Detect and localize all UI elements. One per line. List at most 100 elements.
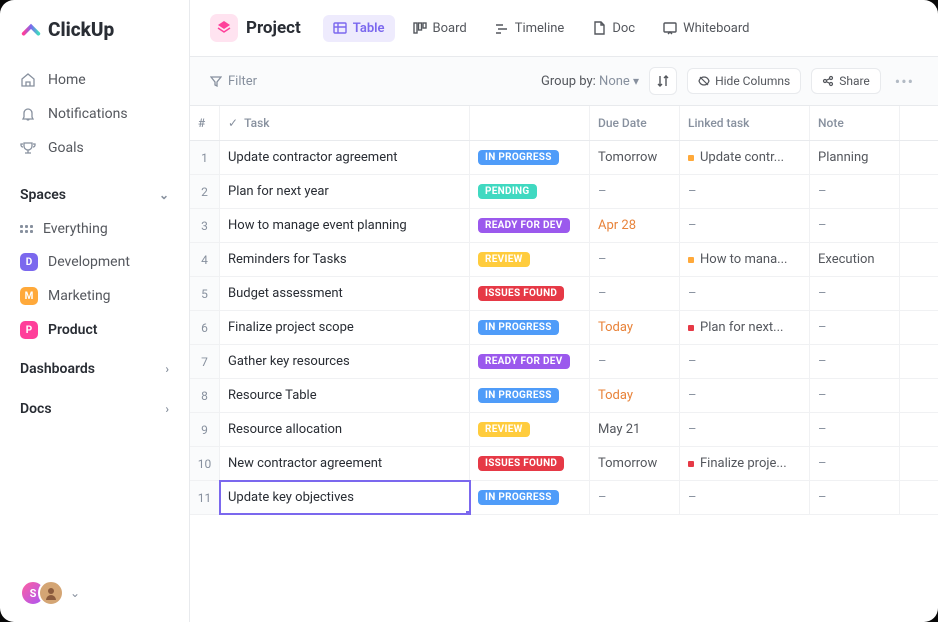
col-due[interactable]: Due Date — [590, 106, 680, 140]
more-button[interactable]: ••• — [891, 72, 918, 91]
col-num[interactable]: # — [190, 106, 220, 140]
linked-cell[interactable]: How to mana... — [680, 243, 810, 276]
linked-cell[interactable]: – — [680, 379, 810, 412]
linked-cell[interactable]: – — [680, 209, 810, 242]
task-cell[interactable]: Plan for next year — [220, 175, 470, 208]
task-cell[interactable]: Finalize project scope — [220, 311, 470, 344]
table-row[interactable]: 11 Update key objectives IN PROGRESS – –… — [190, 481, 938, 515]
hide-columns-label: Hide Columns — [715, 74, 790, 88]
spaces-header[interactable]: Spaces ⌄ — [0, 173, 189, 213]
docs-label: Docs — [20, 401, 52, 417]
table-row[interactable]: 5 Budget assessment ISSUES FOUND – – – — [190, 277, 938, 311]
status-badge: PENDING — [478, 184, 537, 199]
linked-cell[interactable]: – — [680, 175, 810, 208]
due-cell[interactable]: – — [590, 243, 680, 276]
space-item-marketing[interactable]: MMarketing — [0, 279, 189, 313]
space-item-product[interactable]: PProduct — [0, 313, 189, 347]
table-row[interactable]: 9 Resource allocation REVIEW May 21 – – — [190, 413, 938, 447]
due-cell[interactable]: – — [590, 277, 680, 310]
table-row[interactable]: 3 How to manage event planning READY FOR… — [190, 209, 938, 243]
share-button[interactable]: Share — [811, 68, 881, 94]
nav-notifications[interactable]: Notifications — [0, 97, 189, 131]
due-cell[interactable]: Today — [590, 379, 680, 412]
nav-goals[interactable]: Goals — [0, 131, 189, 165]
due-cell[interactable]: Apr 28 — [590, 209, 680, 242]
docs-header[interactable]: Docs › — [0, 387, 189, 427]
nav-home[interactable]: Home — [0, 63, 189, 97]
note-cell[interactable]: – — [810, 311, 900, 344]
task-cell[interactable]: Update contractor agreement — [220, 141, 470, 174]
table-row[interactable]: 1 Update contractor agreement IN PROGRES… — [190, 141, 938, 175]
task-cell[interactable]: Reminders for Tasks — [220, 243, 470, 276]
space-everything[interactable]: Everything — [0, 213, 189, 245]
table-row[interactable]: 8 Resource Table IN PROGRESS Today – – — [190, 379, 938, 413]
note-cell[interactable]: Execution — [810, 243, 900, 276]
col-note[interactable]: Note — [810, 106, 900, 140]
note-cell[interactable]: – — [810, 379, 900, 412]
table-row[interactable]: 4 Reminders for Tasks REVIEW – How to ma… — [190, 243, 938, 277]
status-cell[interactable]: REVIEW — [470, 243, 590, 276]
status-cell[interactable]: IN PROGRESS — [470, 481, 590, 514]
col-linked[interactable]: Linked task — [680, 106, 810, 140]
linked-cell[interactable]: – — [680, 345, 810, 378]
table-row[interactable]: 7 Gather key resources READY FOR DEV – –… — [190, 345, 938, 379]
view-tab-timeline[interactable]: Timeline — [485, 15, 575, 42]
sort-button[interactable] — [649, 67, 677, 95]
table-row[interactable]: 6 Finalize project scope IN PROGRESS Tod… — [190, 311, 938, 345]
space-item-development[interactable]: DDevelopment — [0, 245, 189, 279]
due-cell[interactable]: Tomorrow — [590, 447, 680, 480]
linked-cell[interactable]: Update contr... — [680, 141, 810, 174]
table-row[interactable]: 2 Plan for next year PENDING – – – — [190, 175, 938, 209]
hide-columns-button[interactable]: Hide Columns — [687, 68, 801, 94]
due-cell[interactable]: May 21 — [590, 413, 680, 446]
due-cell[interactable]: – — [590, 345, 680, 378]
task-cell[interactable]: Resource allocation — [220, 413, 470, 446]
col-status[interactable] — [470, 106, 590, 140]
table-row[interactable]: 10 New contractor agreement ISSUES FOUND… — [190, 447, 938, 481]
view-tab-doc[interactable]: Doc — [582, 15, 645, 42]
note-cell[interactable]: – — [810, 175, 900, 208]
status-cell[interactable]: REVIEW — [470, 413, 590, 446]
task-cell[interactable]: New contractor agreement — [220, 447, 470, 480]
due-cell[interactable]: – — [590, 481, 680, 514]
view-tab-table[interactable]: Table — [323, 15, 395, 42]
task-cell[interactable]: Update key objectives — [220, 481, 470, 514]
task-cell[interactable]: Gather key resources — [220, 345, 470, 378]
status-cell[interactable]: READY FOR DEV — [470, 345, 590, 378]
view-tab-board[interactable]: Board — [403, 15, 477, 42]
status-cell[interactable]: PENDING — [470, 175, 590, 208]
status-cell[interactable]: ISSUES FOUND — [470, 277, 590, 310]
col-task[interactable]: ✓ Task — [220, 106, 470, 140]
chevron-down-icon[interactable]: ⌄ — [70, 586, 80, 600]
task-cell[interactable]: Resource Table — [220, 379, 470, 412]
group-by-selector[interactable]: Group by: None ▾ — [541, 74, 639, 89]
status-cell[interactable]: ISSUES FOUND — [470, 447, 590, 480]
filter-button[interactable]: Filter — [210, 74, 257, 89]
due-cell[interactable]: Tomorrow — [590, 141, 680, 174]
note-cell[interactable]: – — [810, 277, 900, 310]
linked-cell[interactable]: Finalize proje... — [680, 447, 810, 480]
task-cell[interactable]: How to manage event planning — [220, 209, 470, 242]
dashboards-header[interactable]: Dashboards › — [0, 347, 189, 387]
due-cell[interactable]: Today — [590, 311, 680, 344]
linked-cell[interactable]: – — [680, 481, 810, 514]
status-cell[interactable]: IN PROGRESS — [470, 311, 590, 344]
view-tab-whiteboard[interactable]: Whiteboard — [653, 15, 759, 42]
linked-cell[interactable]: – — [680, 277, 810, 310]
avatar-user-2[interactable] — [38, 580, 64, 606]
note-cell[interactable]: – — [810, 209, 900, 242]
logo[interactable]: ClickUp — [0, 0, 189, 55]
note-cell[interactable]: – — [810, 447, 900, 480]
status-cell[interactable]: IN PROGRESS — [470, 379, 590, 412]
linked-cell[interactable]: Plan for next... — [680, 311, 810, 344]
note-cell[interactable]: – — [810, 413, 900, 446]
note-cell[interactable]: – — [810, 481, 900, 514]
note-cell[interactable]: Planning — [810, 141, 900, 174]
task-cell[interactable]: Budget assessment — [220, 277, 470, 310]
status-cell[interactable]: IN PROGRESS — [470, 141, 590, 174]
linked-cell[interactable]: – — [680, 413, 810, 446]
due-cell[interactable]: – — [590, 175, 680, 208]
status-cell[interactable]: READY FOR DEV — [470, 209, 590, 242]
note-cell[interactable]: – — [810, 345, 900, 378]
app-window: ClickUp Home Notifications Goals Spaces … — [0, 0, 938, 622]
